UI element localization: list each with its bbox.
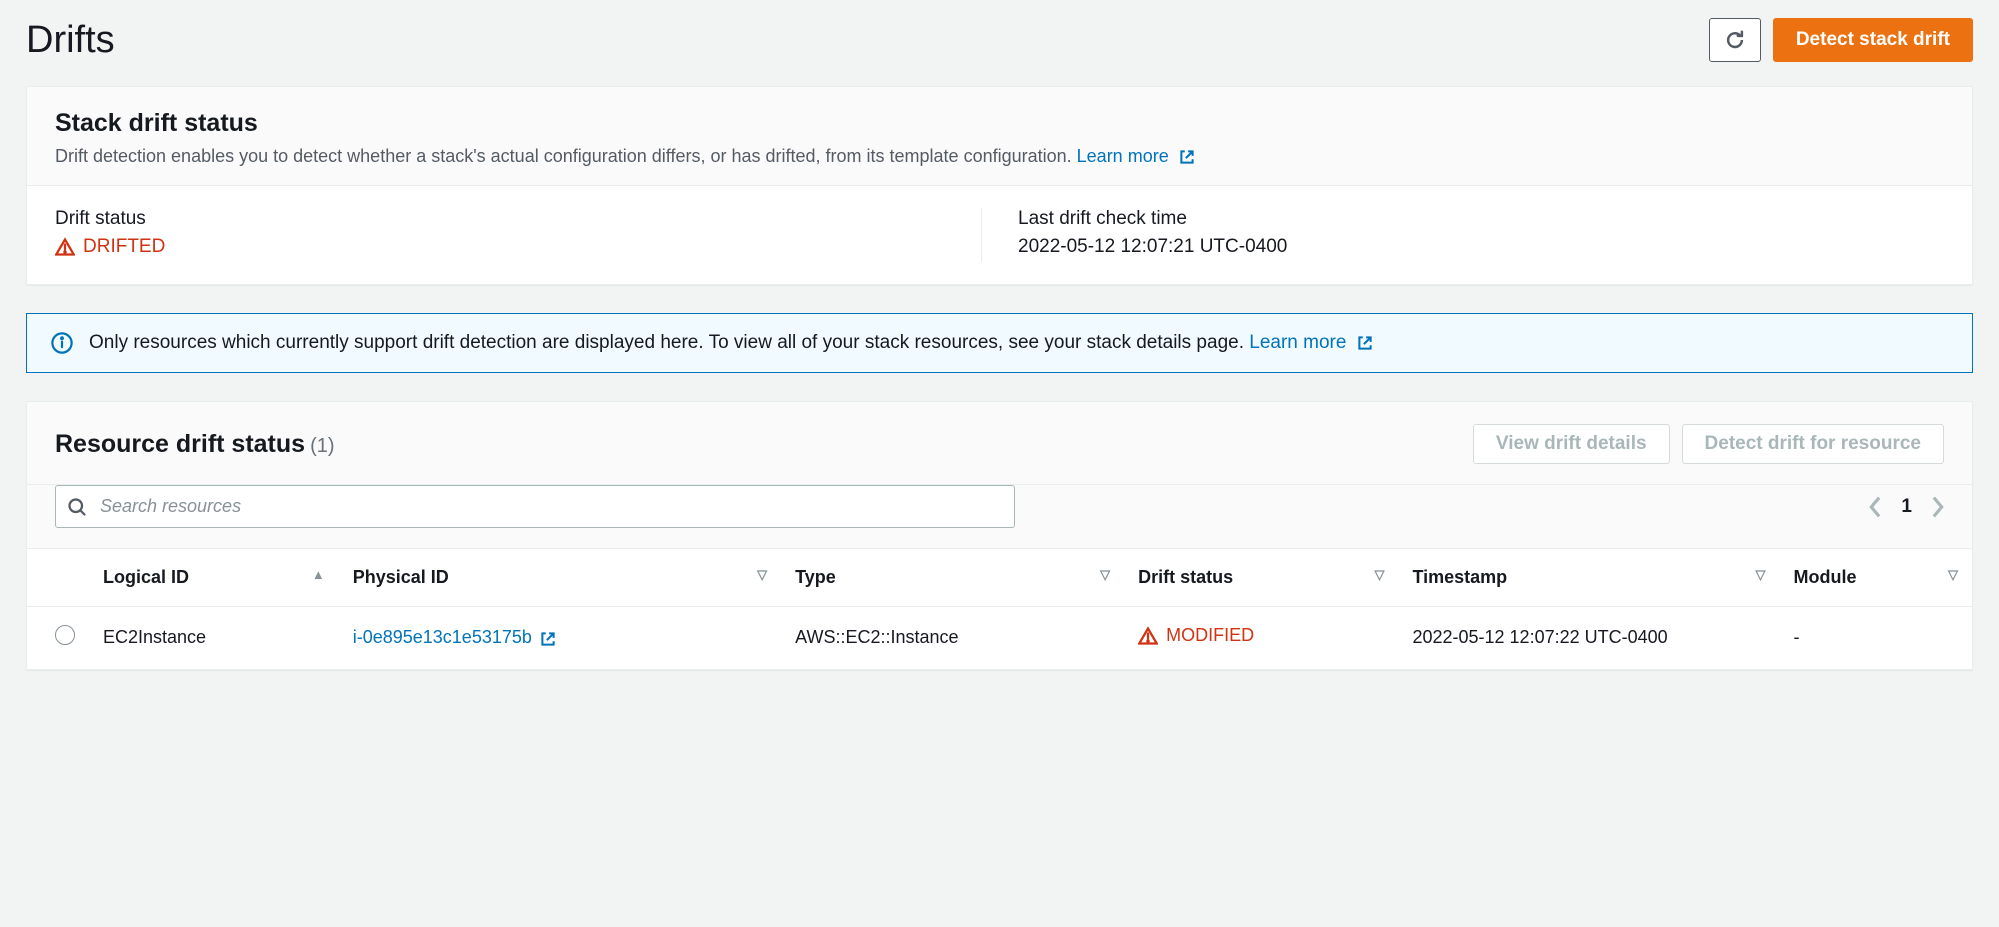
search-icon [67, 497, 87, 517]
drift-status-label: Drift status [55, 208, 961, 230]
cell-logical-id: EC2Instance [89, 607, 339, 669]
table-row[interactable]: EC2Instance i-0e895e13c1e53175b AWS::EC2… [27, 607, 1972, 669]
drift-status-value: DRIFTED [55, 236, 165, 258]
resource-count: (1) [310, 435, 334, 457]
last-check-value: 2022-05-12 12:07:21 UTC-0400 [1018, 236, 1924, 258]
info-text: Only resources which currently support d… [89, 332, 1244, 353]
resource-table: Logical ID▲ Physical ID▽ Type▽ Drift sta… [27, 549, 1972, 669]
resource-drift-panel: Resource drift status (1) View drift det… [26, 401, 1973, 670]
col-timestamp[interactable]: Timestamp▽ [1398, 549, 1779, 607]
warning-icon [1138, 626, 1158, 646]
sort-icon: ▽ [757, 567, 767, 583]
info-learn-more-text: Learn more [1249, 332, 1346, 353]
view-drift-details-button[interactable]: View drift details [1473, 424, 1670, 464]
drift-status-text: DRIFTED [83, 236, 165, 258]
cell-type: AWS::EC2::Instance [781, 607, 1124, 669]
row-radio[interactable] [55, 625, 75, 645]
col-module[interactable]: Module▽ [1780, 549, 1972, 607]
stack-drift-title: Stack drift status [55, 109, 1944, 138]
external-link-icon [1178, 148, 1196, 166]
next-page-button[interactable] [1930, 496, 1944, 518]
cell-timestamp: 2022-05-12 12:07:22 UTC-0400 [1398, 607, 1779, 669]
refresh-icon [1724, 29, 1746, 51]
col-logical-id[interactable]: Logical ID▲ [89, 549, 339, 607]
resource-drift-title: Resource drift status [55, 430, 305, 458]
info-alert: Only resources which currently support d… [26, 313, 1973, 373]
prev-page-button[interactable] [1869, 496, 1883, 518]
sort-icon: ▽ [1374, 567, 1384, 583]
physical-id-link[interactable]: i-0e895e13c1e53175b [353, 627, 557, 647]
drift-status-text: MODIFIED [1166, 625, 1254, 646]
sort-icon: ▽ [1756, 567, 1766, 583]
sort-icon: ▽ [1948, 567, 1958, 583]
stack-drift-desc-text: Drift detection enables you to detect wh… [55, 146, 1072, 166]
pagination: 1 [1869, 496, 1944, 518]
col-type[interactable]: Type▽ [781, 549, 1124, 607]
learn-more-link[interactable]: Learn more [1077, 146, 1196, 166]
detect-drift-resource-button[interactable]: Detect drift for resource [1682, 424, 1944, 464]
last-check-label: Last drift check time [1018, 208, 1924, 230]
info-learn-more-link[interactable]: Learn more [1249, 332, 1373, 353]
sort-icon: ▽ [1100, 567, 1110, 583]
search-input[interactable] [55, 485, 1015, 528]
col-drift-status[interactable]: Drift status▽ [1124, 549, 1398, 607]
cell-module: - [1780, 607, 1972, 669]
external-link-icon [539, 630, 557, 648]
detect-stack-drift-button[interactable]: Detect stack drift [1773, 18, 1973, 62]
learn-more-text: Learn more [1077, 146, 1169, 166]
sort-asc-icon: ▲ [312, 567, 325, 582]
col-physical-id[interactable]: Physical ID▽ [339, 549, 781, 607]
refresh-button[interactable] [1709, 18, 1761, 62]
stack-drift-status-panel: Stack drift status Drift detection enabl… [26, 86, 1973, 285]
external-link-icon [1356, 334, 1374, 352]
warning-icon [55, 237, 75, 257]
cell-physical-id: i-0e895e13c1e53175b [353, 627, 532, 647]
cell-drift-status: MODIFIED [1138, 625, 1254, 646]
page-title: Drifts [26, 19, 115, 62]
page-number: 1 [1901, 496, 1912, 518]
info-icon [51, 332, 73, 354]
stack-drift-description: Drift detection enables you to detect wh… [55, 146, 1944, 167]
